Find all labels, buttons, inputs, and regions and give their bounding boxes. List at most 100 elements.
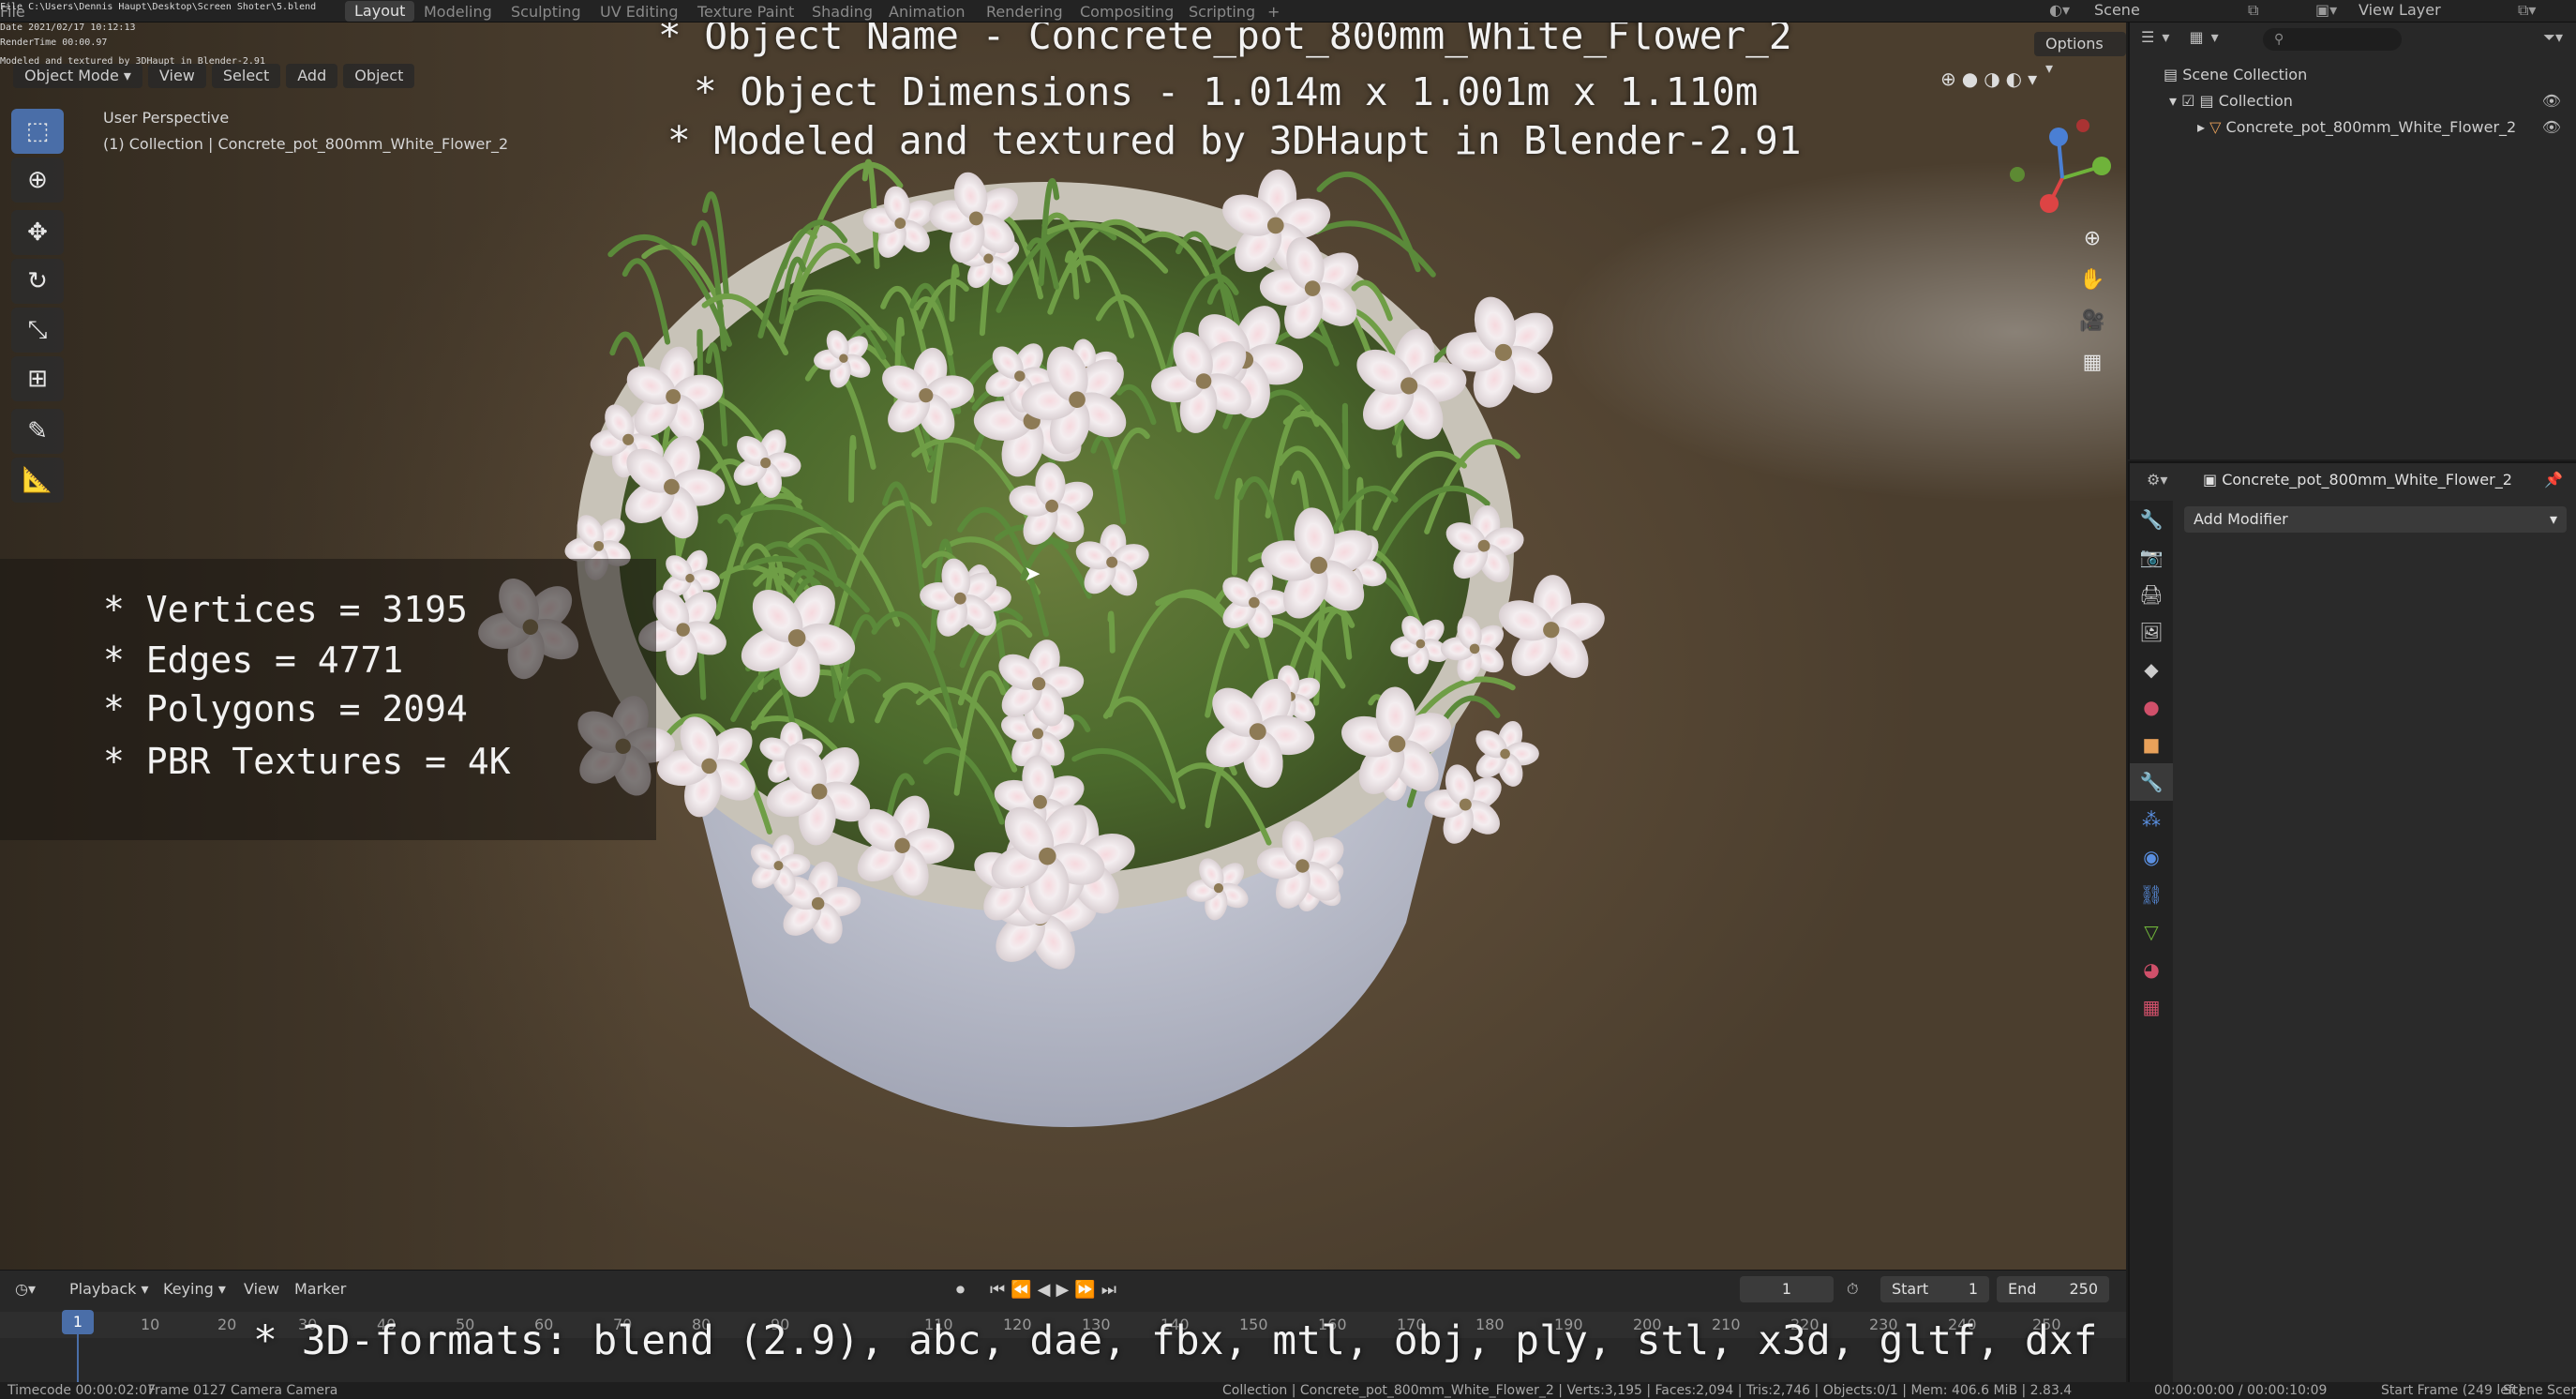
- grid-view-icon[interactable]: ▦: [2074, 343, 2111, 381]
- cursor-tool-icon[interactable]: ⊕: [11, 158, 64, 203]
- tab-rendering[interactable]: Rendering: [986, 3, 1063, 21]
- transform-tool-icon[interactable]: ⊞: [11, 356, 64, 401]
- ruler-tick: 10: [141, 1316, 160, 1333]
- add-workspace-icon[interactable]: +: [1267, 3, 1280, 21]
- rotate-tool-icon[interactable]: ↻: [11, 259, 64, 304]
- tab-compositing[interactable]: Compositing: [1080, 3, 1174, 21]
- timecode-info: Timecode 00:00:02:07: [7, 1383, 156, 1398]
- outliner-header-icons[interactable]: ☰▾ ▦▾: [2141, 28, 2226, 46]
- viewport-header: Object Mode ▾ View Select Add Object: [13, 64, 415, 90]
- grass-blade: [848, 434, 857, 504]
- particles-tab-icon[interactable]: ⁂: [2130, 801, 2173, 838]
- select-tool-icon[interactable]: ⬚: [11, 109, 64, 154]
- filter-icon[interactable]: ⏷▾: [2543, 28, 2563, 47]
- caption-object-name: * Object Name - Concrete_pot_800mm_White…: [658, 23, 1792, 58]
- camera-view-icon[interactable]: 🎥: [2074, 302, 2111, 339]
- keying-label: Keying: [163, 1280, 214, 1298]
- start-frame-field[interactable]: Start 1: [1880, 1276, 1989, 1302]
- select-menu[interactable]: Select: [211, 64, 281, 88]
- credit-small-info: Modeled and textured by 3DHaupt in Blend…: [0, 56, 265, 67]
- scene-name[interactable]: Scene: [2094, 0, 2140, 21]
- start-value: 1: [1968, 1280, 1978, 1298]
- start-label: Start: [1892, 1280, 1929, 1298]
- playback-label: Playback: [69, 1280, 137, 1298]
- measure-tool-icon[interactable]: 📐: [11, 458, 64, 503]
- outliner-object[interactable]: ▸ ▽ Concrete_pot_800mm_White_Flower_2: [2197, 118, 2516, 136]
- pin-icon[interactable]: 📌: [2544, 471, 2563, 489]
- date-info: Date 2021/02/17 10:12:13: [0, 23, 136, 33]
- data-tab-icon[interactable]: ▽: [2130, 913, 2173, 951]
- tab-texture-paint[interactable]: Texture Paint: [697, 3, 794, 21]
- new-scene-icon[interactable]: ⧉: [2248, 0, 2258, 21]
- playback-controls-icons[interactable]: ⏮⏪◀▶⏩⏭: [990, 1280, 1122, 1300]
- texture-tab-icon[interactable]: ▦: [2130, 988, 2173, 1026]
- zoom-icon[interactable]: ⊕: [2074, 219, 2111, 257]
- perspective-label: User Perspective: [103, 109, 230, 127]
- collection-visibility-icon[interactable]: 👁: [2542, 92, 2561, 110]
- scale-tool-icon[interactable]: ⤡: [11, 308, 64, 353]
- marker-menu[interactable]: Marker: [294, 1280, 346, 1298]
- playback-menu[interactable]: Playback ▾: [69, 1280, 149, 1298]
- tab-shading[interactable]: Shading: [812, 3, 873, 21]
- properties-object-name: Concrete_pot_800mm_White_Flower_2: [2222, 471, 2512, 489]
- add-modifier-dropdown[interactable]: Add Modifier ▾: [2184, 506, 2567, 533]
- current-frame-field[interactable]: 1: [1740, 1276, 1834, 1302]
- tool-tab-icon[interactable]: 🔧: [2130, 501, 2173, 538]
- object-tab-icon[interactable]: ■: [2130, 726, 2173, 763]
- keying-menu[interactable]: Keying ▾: [163, 1280, 226, 1298]
- output-tab-icon[interactable]: 🖨: [2130, 576, 2173, 613]
- tab-uv-editing[interactable]: UV Editing: [600, 3, 678, 21]
- move-tool-icon[interactable]: ✥: [11, 210, 64, 255]
- options-dropdown[interactable]: Options ▾: [2034, 32, 2126, 77]
- outliner-search-input[interactable]: ⚲: [2263, 28, 2402, 51]
- stat-edges: * Edges = 4771: [103, 639, 404, 681]
- world-tab-icon[interactable]: ●: [2130, 688, 2173, 726]
- add-menu[interactable]: Add: [286, 64, 338, 88]
- collection-label: Collection: [2218, 92, 2293, 110]
- start-frame-info: Start Frame (249 left): [2381, 1383, 2524, 1398]
- end-label: End: [2008, 1280, 2037, 1298]
- material-tab-icon[interactable]: ◕: [2130, 951, 2173, 988]
- object-mode-label: Object Mode: [24, 67, 119, 84]
- render-tab-icon[interactable]: 📷: [2130, 538, 2173, 576]
- tab-layout[interactable]: Layout: [345, 1, 415, 22]
- properties-editor-type-icon[interactable]: ⚙▾: [2147, 471, 2167, 489]
- current-frame-marker[interactable]: 1: [62, 1310, 94, 1334]
- pan-hand-icon[interactable]: ✋: [2074, 261, 2111, 298]
- stat-polygons: * Polygons = 2094: [103, 688, 468, 730]
- scene-tab-icon[interactable]: ◆: [2130, 651, 2173, 688]
- add-modifier-label: Add Modifier: [2194, 510, 2288, 528]
- outliner-scene-collection[interactable]: ▤ Scene Collection: [2164, 66, 2307, 83]
- 3d-viewport[interactable]: Object Mode ▾ View Select Add Object Opt…: [0, 23, 2126, 1270]
- properties-object-header: ▣ Concrete_pot_800mm_White_Flower_2: [2203, 471, 2512, 489]
- outliner-collection[interactable]: ▾ ☑ ▤ Collection: [2169, 92, 2293, 110]
- new-view-layer-icon[interactable]: ⧉▾: [2518, 0, 2536, 21]
- end-frame-field[interactable]: End 250: [1997, 1276, 2109, 1302]
- constraints-tab-icon[interactable]: ⛓: [2130, 876, 2173, 913]
- tab-scripting[interactable]: Scripting: [1189, 3, 1255, 21]
- outliner: ☰▾ ▦▾ ⚲ ⏷▾ ▤ Scene Collection ▾ ☑ ▤ Coll…: [2128, 23, 2576, 459]
- clock-icon[interactable]: ⏱: [1847, 1280, 1858, 1299]
- view-menu[interactable]: View: [147, 64, 206, 88]
- object-mode-dropdown[interactable]: Object Mode ▾: [13, 64, 142, 88]
- object-visibility-icon[interactable]: 👁: [2542, 118, 2561, 136]
- editor-type-icon[interactable]: ◷▾: [15, 1280, 36, 1298]
- object-label: Concrete_pot_800mm_White_Flower_2: [2225, 118, 2517, 136]
- modifier-tab-icon[interactable]: 🔧: [2130, 763, 2173, 801]
- time-info: 00:00:00:00 / 00:00:10:09: [2154, 1383, 2328, 1398]
- object-menu[interactable]: Object: [343, 64, 415, 88]
- properties-editor: ⚙▾ ▣ Concrete_pot_800mm_White_Flower_2 📌…: [2128, 461, 2576, 1384]
- view-layer-name[interactable]: View Layer: [2359, 0, 2441, 21]
- view-layer-tab-icon[interactable]: 🖼: [2130, 613, 2173, 651]
- timeline-view-menu[interactable]: View: [244, 1280, 279, 1298]
- shading-mode-icons[interactable]: ⊕●◑◐▾: [1940, 68, 2043, 90]
- scene-collection-label: Scene Collection: [2182, 66, 2308, 83]
- ruler-tick: 20: [217, 1316, 237, 1333]
- annotate-tool-icon[interactable]: ✎: [11, 409, 64, 454]
- tab-animation[interactable]: Animation: [889, 3, 966, 21]
- tab-modeling[interactable]: Modeling: [424, 3, 492, 21]
- record-icon[interactable]: ⏺: [956, 1280, 965, 1300]
- end-value: 250: [2069, 1280, 2098, 1298]
- physics-tab-icon[interactable]: ◉: [2130, 838, 2173, 876]
- tab-sculpting[interactable]: Sculpting: [511, 3, 581, 21]
